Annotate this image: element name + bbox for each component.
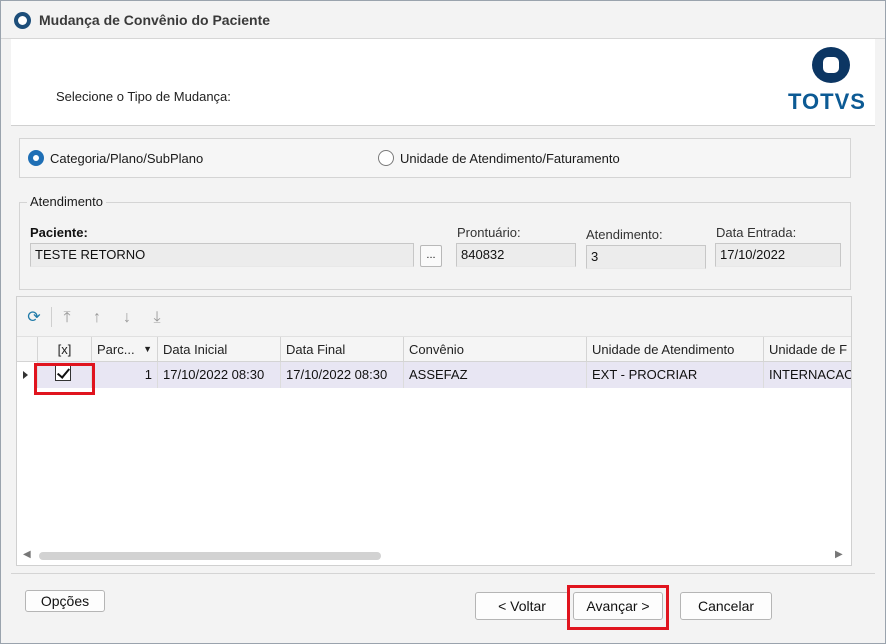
col-header-parcela-label: Parc...: [97, 342, 135, 357]
row-convenio: ASSEFAZ: [404, 362, 587, 388]
totvs-logo-text: TOTVS: [788, 89, 866, 114]
horizontal-scrollbar[interactable]: ◀ ▶: [17, 547, 851, 565]
atendimento-legend: Atendimento: [27, 194, 106, 209]
move-down-icon[interactable]: ↓: [118, 308, 136, 328]
change-type-prompt: Selecione o Tipo de Mudança:: [56, 89, 231, 104]
change-type-radio-group: Categoria/Plano/SubPlano Unidade de Aten…: [19, 138, 851, 178]
grid-toolbar: ⟳ ⤒ ↑ ↓ ⤓: [17, 297, 851, 337]
radio-selected-icon[interactable]: [28, 150, 44, 166]
title-bar: Mudança de Convênio do Paciente: [1, 1, 885, 39]
data-entrada-label: Data Entrada:: [716, 225, 797, 240]
atendimento-label: Atendimento:: [586, 227, 663, 242]
radio-label-categoria: Categoria/Plano/SubPlano: [50, 150, 204, 166]
radio-categoria-plano[interactable]: Categoria/Plano/SubPlano: [28, 150, 203, 166]
totvs-logo-mark: [812, 47, 850, 83]
options-button[interactable]: Opções: [25, 590, 105, 612]
radio-unidade-atendimento[interactable]: Unidade de Atendimento/Faturamento: [378, 150, 620, 166]
row-unidade-atendimento: EXT - PROCRIAR: [587, 362, 764, 388]
radio-label-unidade: Unidade de Atendimento/Faturamento: [400, 150, 620, 166]
refresh-icon[interactable]: ⟳: [25, 308, 43, 328]
prontuario-field[interactable]: 840832: [456, 243, 576, 267]
scrollbar-thumb[interactable]: [39, 552, 381, 560]
radio-unselected-icon[interactable]: [378, 150, 394, 166]
window-title: Mudança de Convênio do Paciente: [39, 12, 271, 28]
sort-desc-icon: ▼: [143, 344, 152, 354]
col-header-check[interactable]: [x]: [38, 337, 92, 362]
next-button-highlight-box: [567, 585, 669, 630]
convenio-grid: [x] Parc... ▼ Data Inicial Data Final Co…: [17, 337, 851, 547]
data-entrada-field[interactable]: 17/10/2022: [715, 243, 841, 267]
move-up-icon[interactable]: ↑: [88, 308, 106, 328]
dialog-window: Mudança de Convênio do Paciente Selecion…: [0, 0, 886, 644]
atendimento-field[interactable]: 3: [586, 245, 706, 269]
col-header-parcela[interactable]: Parc... ▼: [92, 337, 158, 362]
row-unidade-faturamento: INTERNACAC: [764, 362, 851, 388]
table-row[interactable]: 1 17/10/2022 08:30 17/10/2022 08:30 ASSE…: [17, 362, 851, 388]
paciente-label: Paciente:: [30, 225, 88, 240]
row-data-final: 17/10/2022 08:30: [281, 362, 404, 388]
atendimento-group: Atendimento Paciente: TESTE RETORNO ... …: [19, 194, 851, 290]
grid-header: [x] Parc... ▼ Data Inicial Data Final Co…: [17, 337, 851, 362]
col-header-unidade-atendimento[interactable]: Unidade de Atendimento: [587, 337, 764, 362]
move-top-icon[interactable]: ⤒: [58, 308, 76, 328]
move-bottom-icon[interactable]: ⤓: [148, 308, 166, 328]
app-icon: [14, 12, 31, 29]
scroll-left-icon[interactable]: ◀: [23, 549, 31, 560]
col-header-data-inicial[interactable]: Data Inicial: [158, 337, 281, 362]
grid-header-indicator: [17, 337, 38, 362]
back-button[interactable]: < Voltar: [475, 592, 569, 620]
totvs-logo: TOTVS: [785, 47, 875, 117]
checkbox-highlight-box: [34, 363, 95, 395]
body-area: Categoria/Plano/SubPlano Unidade de Aten…: [11, 125, 875, 573]
prontuario-label: Prontuário:: [457, 225, 521, 240]
row-parcela: 1: [92, 362, 158, 388]
paciente-field[interactable]: TESTE RETORNO: [30, 243, 414, 267]
toolbar-separator: [51, 307, 52, 327]
row-data-inicial: 17/10/2022 08:30: [158, 362, 281, 388]
col-header-convenio[interactable]: Convênio: [404, 337, 587, 362]
paciente-lookup-button[interactable]: ...: [420, 245, 442, 267]
convenio-grid-panel: ⟳ ⤒ ↑ ↓ ⤓ [x] Parc... ▼ Data Inicial Dat…: [16, 296, 852, 566]
header-area: Selecione o Tipo de Mudança: TOTVS: [11, 39, 875, 125]
scroll-right-icon[interactable]: ▶: [835, 549, 843, 560]
cancel-button[interactable]: Cancelar: [680, 592, 772, 620]
col-header-data-final[interactable]: Data Final: [281, 337, 404, 362]
current-row-icon: [23, 371, 28, 379]
dialog-footer: Opções < Voltar Avançar > Cancelar: [11, 573, 875, 639]
col-header-unidade-faturamento[interactable]: Unidade de F: [764, 337, 851, 362]
